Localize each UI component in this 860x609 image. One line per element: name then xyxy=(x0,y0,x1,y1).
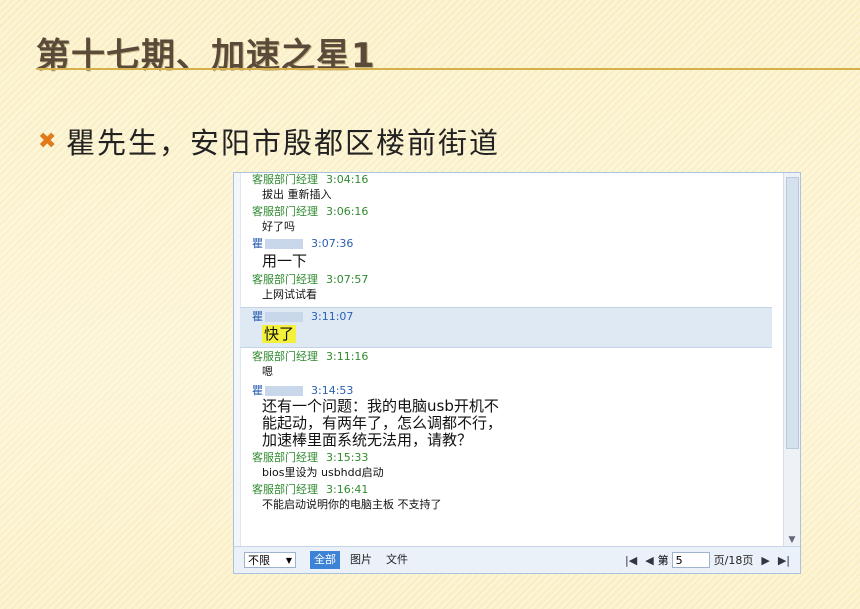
tab-all[interactable]: 全部 xyxy=(310,551,340,569)
message-text: 快了 xyxy=(252,324,772,344)
message-text: 嗯 xyxy=(262,365,273,378)
message-time: 3:07:57 xyxy=(326,273,369,286)
page-input[interactable]: 5 xyxy=(671,552,710,568)
sender-name: 客服部门经理 xyxy=(252,350,318,363)
message-text: 上网试试看 xyxy=(262,288,317,301)
chat-message: 客服部门经理 3:15:33 bios里设为 usbhdd启动 xyxy=(240,451,772,481)
message-text-line: 加速棒里面系统无法用，请教？ xyxy=(262,431,473,449)
chat-message: 瞿 3:14:53 还有一个问题：我的电脑usb开机不 能起动，有两年了，怎么调都… xyxy=(240,384,772,449)
message-time: 3:14:53 xyxy=(311,384,354,397)
sender-name: 瞿 xyxy=(252,237,263,250)
sender-name: 瞿 xyxy=(252,384,263,397)
message-header: 瞿 3:11:07 xyxy=(252,310,772,324)
tab-images[interactable]: 图片 xyxy=(346,551,376,569)
first-page-icon[interactable]: |◀ xyxy=(625,554,637,567)
message-text: 不能启动说明你的电脑主板 不支持了 xyxy=(262,498,442,511)
message-header: 客服部门经理 3:11:16 xyxy=(252,350,772,364)
message-time: 3:11:16 xyxy=(326,350,369,363)
message-time: 3:15:33 xyxy=(326,451,369,464)
chat-toolbar: 不限 ▼ 全部 图片 文件 |◀ ◀ 第 5 页/18页 ▶ ▶| xyxy=(234,546,800,573)
message-list[interactable]: 客服部门经理 3:04:16 拔出 重新插入 客服部门经理 3:06:16 好了吗 … xyxy=(240,173,772,547)
pager: |◀ ◀ 第 5 页/18页 ▶ ▶| xyxy=(621,552,794,568)
x-bullet-icon: ✖ xyxy=(38,128,57,154)
sender-name: 客服部门经理 xyxy=(252,483,318,496)
bullet-text: 瞿先生，安阳市殷都区楼前街道 xyxy=(66,126,501,160)
next-page-icon[interactable]: ▶ xyxy=(761,554,769,567)
vertical-scrollbar[interactable]: ▼ xyxy=(783,173,800,547)
chat-message: 客服部门经理 3:06:16 好了吗 xyxy=(240,205,772,235)
tab-files[interactable]: 文件 xyxy=(382,551,412,569)
scroll-down-arrow-icon[interactable]: ▼ xyxy=(784,533,800,547)
bullet-item: ✖ 瞿先生，安阳市殷都区楼前街道 xyxy=(38,120,500,162)
message-header: 客服部门经理 3:15:33 xyxy=(252,451,772,465)
sender-name: 客服部门经理 xyxy=(252,273,318,286)
message-header: 客服部门经理 3:06:16 xyxy=(252,205,772,219)
message-text-line: 能起动，有两年了，怎么调都不行， xyxy=(262,414,503,432)
filter-value: 不限 xyxy=(248,554,270,567)
chat-message: 客服部门经理 3:16:41 不能启动说明你的电脑主板 不支持了 xyxy=(240,483,772,513)
highlighted-text: 快了 xyxy=(262,325,297,343)
message-time: 3:07:36 xyxy=(311,237,354,250)
message-time: 3:11:07 xyxy=(311,310,354,323)
message-time: 3:04:16 xyxy=(326,173,369,186)
chat-message: 客服部门经理 3:07:57 上网试试看 xyxy=(240,273,772,303)
message-header: 客服部门经理 3:07:57 xyxy=(252,273,772,287)
message-text: 用一下 xyxy=(262,252,308,270)
message-header: 瞿 3:14:53 xyxy=(252,384,772,398)
redacted-name xyxy=(265,239,303,249)
chat-message: 客服部门经理 3:11:16 嗯 xyxy=(240,350,772,380)
chat-message-selected[interactable]: 瞿 3:11:07 快了 xyxy=(240,307,772,348)
message-text-line: 还有一个问题：我的电脑usb开机不 xyxy=(262,397,499,415)
chevron-down-icon: ▼ xyxy=(285,556,292,565)
message-text: bios里设为 usbhdd启动 xyxy=(262,466,384,479)
chat-message: 瞿 3:07:36 用一下 xyxy=(240,237,772,271)
chat-history-window: 客服部门经理 3:04:16 拔出 重新插入 客服部门经理 3:06:16 好了吗 … xyxy=(233,172,801,574)
redacted-name xyxy=(265,386,303,396)
message-header: 客服部门经理 3:04:16 xyxy=(252,173,772,187)
sender-name: 客服部门经理 xyxy=(252,451,318,464)
message-time: 3:06:16 xyxy=(326,205,369,218)
page-label: 第 xyxy=(657,554,669,567)
filter-dropdown[interactable]: 不限 ▼ xyxy=(244,552,296,568)
sender-name: 瞿 xyxy=(252,310,263,323)
message-text: 好了吗 xyxy=(262,220,295,233)
message-text: 拔出 重新插入 xyxy=(262,188,332,201)
prev-page-icon[interactable]: ◀ xyxy=(645,554,653,567)
sender-name: 客服部门经理 xyxy=(252,173,318,186)
message-header: 客服部门经理 3:16:41 xyxy=(252,483,772,497)
message-time: 3:16:41 xyxy=(326,483,369,496)
sender-name: 客服部门经理 xyxy=(252,205,318,218)
scrollbar-thumb[interactable] xyxy=(786,177,799,449)
last-page-icon[interactable]: ▶| xyxy=(778,554,790,567)
title-underline xyxy=(36,68,860,70)
page-total: 页/18页 xyxy=(713,554,754,567)
message-header: 瞿 3:07:36 xyxy=(252,237,772,251)
chat-message: 客服部门经理 3:04:16 拔出 重新插入 xyxy=(240,173,772,203)
redacted-name xyxy=(265,312,303,322)
